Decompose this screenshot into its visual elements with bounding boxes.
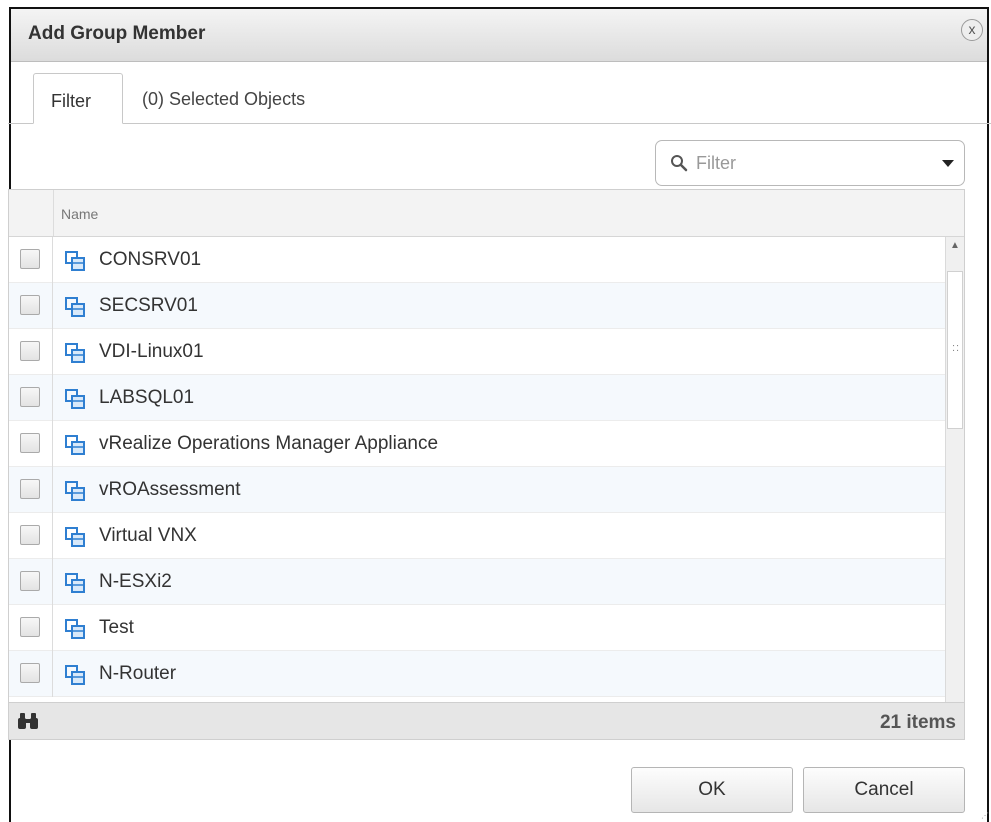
row-checkbox[interactable] bbox=[20, 433, 40, 453]
virtual-machine-icon bbox=[65, 297, 85, 317]
table-row[interactable]: Virtual VNX bbox=[9, 513, 946, 559]
virtual-machine-icon bbox=[65, 389, 85, 409]
tab-selected-objects-label: (0) Selected Objects bbox=[142, 89, 306, 109]
tab-filter[interactable]: Filter bbox=[33, 73, 123, 124]
row-checkbox-cell bbox=[9, 283, 53, 329]
dialog-titlebar: Add Group Member x bbox=[11, 9, 987, 62]
tab-filter-label: Filter bbox=[51, 91, 91, 111]
table-row[interactable]: Test bbox=[9, 605, 946, 651]
row-checkbox-cell bbox=[9, 375, 53, 421]
virtual-machine-icon bbox=[65, 481, 85, 501]
row-name: vROAssessment bbox=[99, 479, 241, 500]
row-name: VDI-Linux01 bbox=[99, 341, 204, 362]
row-checkbox-cell bbox=[9, 651, 53, 697]
grid-footer: 21 items bbox=[8, 702, 965, 740]
row-name: Virtual VNX bbox=[99, 525, 197, 546]
table-row[interactable]: vRealize Operations Manager Appliance bbox=[9, 421, 946, 467]
virtual-machine-icon bbox=[65, 343, 85, 363]
header-checkbox-column bbox=[9, 190, 54, 236]
row-checkbox-cell bbox=[9, 467, 53, 513]
row-checkbox[interactable] bbox=[20, 663, 40, 683]
tab-bar: Filter (0) Selected Objects bbox=[8, 63, 991, 124]
table-row[interactable]: vROAssessment bbox=[9, 467, 946, 513]
row-checkbox[interactable] bbox=[20, 617, 40, 637]
table-row[interactable]: VDI-Linux01 bbox=[9, 329, 946, 375]
row-name: Test bbox=[99, 617, 134, 638]
dialog-title: Add Group Member bbox=[28, 23, 206, 44]
filter-input[interactable]: Filter bbox=[655, 140, 965, 186]
tab-selected-objects[interactable]: (0) Selected Objects bbox=[142, 73, 402, 123]
column-header-name[interactable]: Name bbox=[61, 206, 98, 222]
row-name: N-ESXi2 bbox=[99, 571, 172, 592]
row-checkbox-cell bbox=[9, 237, 53, 283]
table-row[interactable]: N-ESXi2 bbox=[9, 559, 946, 605]
row-name: vRealize Operations Manager Appliance bbox=[99, 433, 439, 454]
table-row[interactable]: SECSRV01 bbox=[9, 283, 946, 329]
vertical-scrollbar[interactable]: ▲ :: ▼ bbox=[945, 237, 964, 738]
row-name: CONSRV01 bbox=[99, 249, 202, 270]
row-checkbox[interactable] bbox=[20, 341, 40, 361]
row-checkbox[interactable] bbox=[20, 525, 40, 545]
row-checkbox[interactable] bbox=[20, 571, 40, 591]
row-checkbox[interactable] bbox=[20, 387, 40, 407]
scroll-up-icon[interactable]: ▲ bbox=[946, 237, 964, 255]
filter-placeholder: Filter bbox=[696, 153, 736, 173]
binoculars-icon[interactable] bbox=[17, 712, 39, 730]
row-name: N-Router bbox=[99, 663, 177, 684]
virtual-machine-icon bbox=[65, 619, 85, 639]
grip-icon: :: bbox=[952, 342, 961, 354]
object-grid: Name CONSRV01 SECSRV01 VDI-Linux01 LABSQL01… bbox=[8, 189, 965, 739]
grid-header: Name bbox=[9, 190, 964, 237]
item-count: 21 items bbox=[879, 712, 956, 733]
chevron-down-icon[interactable] bbox=[942, 160, 954, 167]
grid-rows: CONSRV01 SECSRV01 VDI-Linux01 LABSQL01 vReal… bbox=[9, 237, 946, 697]
row-checkbox-cell bbox=[9, 605, 53, 651]
row-name: LABSQL01 bbox=[99, 387, 195, 408]
virtual-machine-icon bbox=[65, 251, 85, 271]
search-icon bbox=[671, 155, 688, 172]
table-row[interactable]: LABSQL01 bbox=[9, 375, 946, 421]
row-checkbox-cell bbox=[9, 559, 53, 605]
virtual-machine-icon bbox=[65, 527, 85, 547]
row-checkbox-cell bbox=[9, 421, 53, 467]
virtual-machine-icon bbox=[65, 665, 85, 685]
row-name: SECSRV01 bbox=[99, 295, 198, 316]
virtual-machine-icon bbox=[65, 573, 85, 593]
row-checkbox[interactable] bbox=[20, 295, 40, 315]
close-icon[interactable]: x bbox=[961, 19, 983, 41]
row-checkbox-cell bbox=[9, 329, 53, 375]
row-checkbox[interactable] bbox=[20, 249, 40, 269]
ok-button[interactable]: OK bbox=[631, 767, 793, 813]
table-row[interactable]: N-Router bbox=[9, 651, 946, 697]
scroll-thumb[interactable]: :: bbox=[947, 271, 963, 429]
row-checkbox[interactable] bbox=[20, 479, 40, 499]
cancel-button[interactable]: Cancel bbox=[803, 767, 965, 813]
row-checkbox-cell bbox=[9, 513, 53, 559]
table-row[interactable]: CONSRV01 bbox=[9, 237, 946, 283]
resize-handle-icon[interactable]: ⋰ bbox=[981, 811, 989, 820]
virtual-machine-icon bbox=[65, 435, 85, 455]
